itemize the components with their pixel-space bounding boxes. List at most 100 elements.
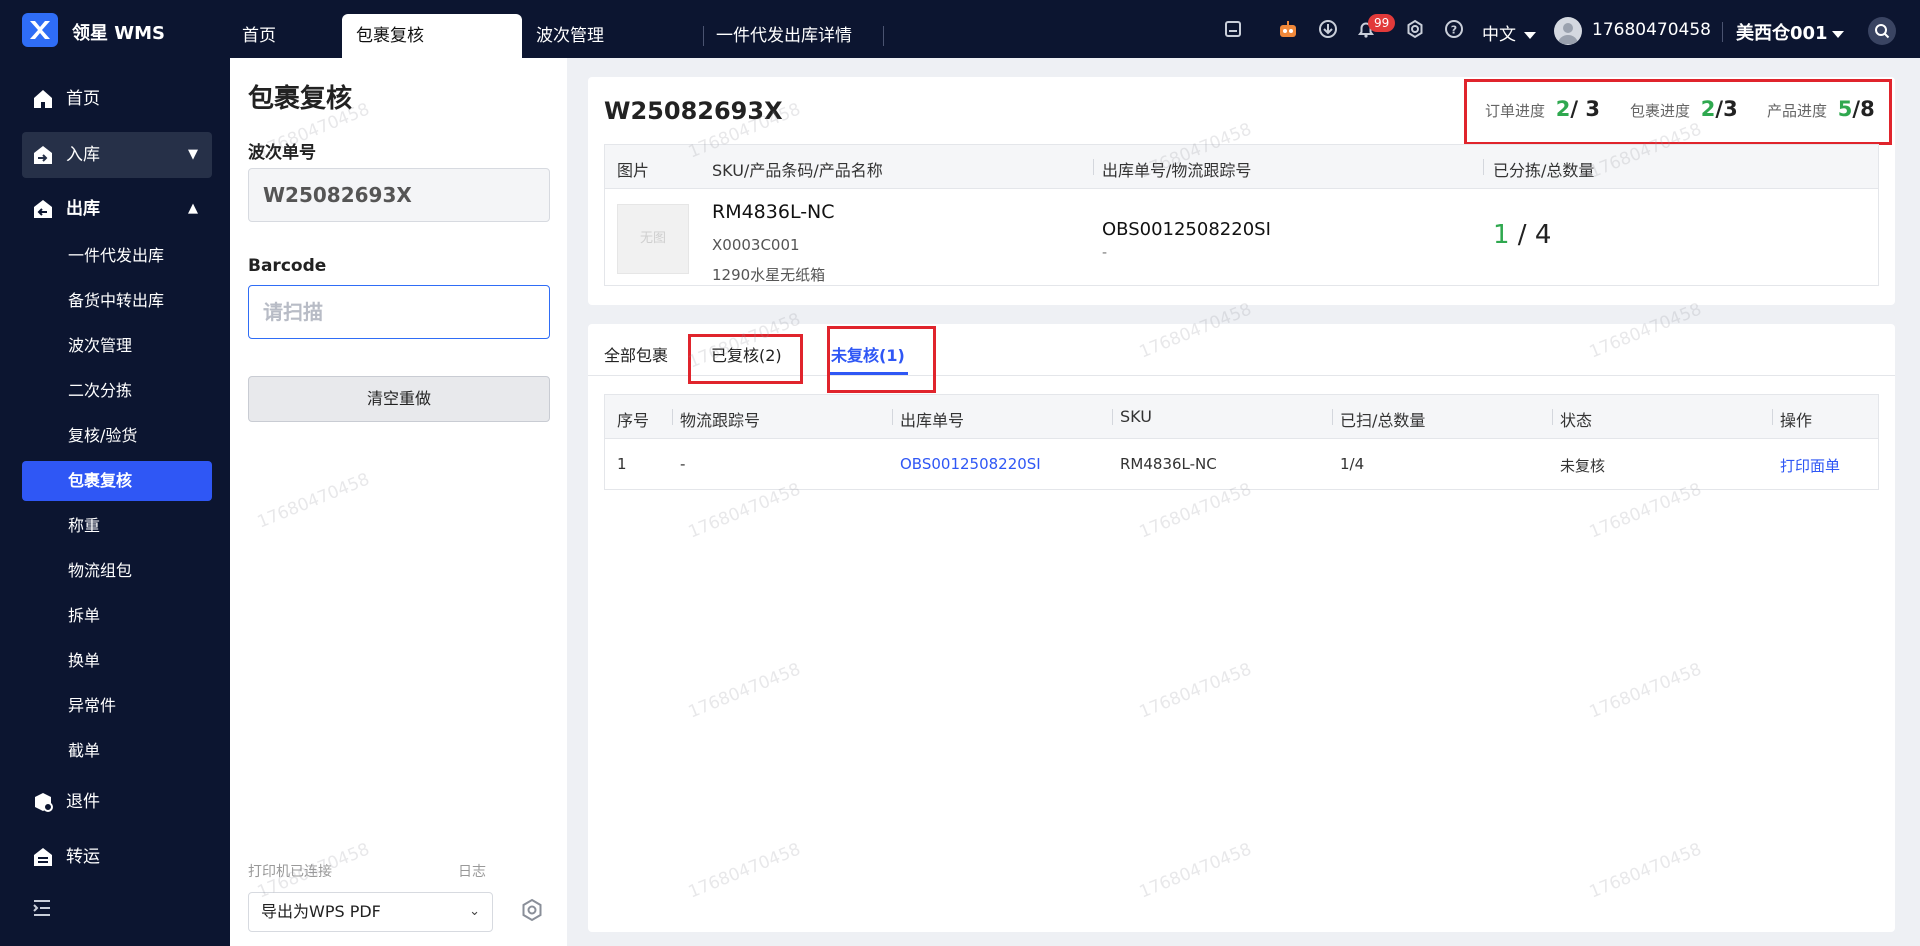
sorted-total: / 4 (1509, 220, 1552, 250)
package-progress-done: 2 (1700, 97, 1716, 121)
chevron-down-icon (1831, 30, 1844, 38)
barcode-label: Barcode (248, 256, 327, 276)
chevron-down-icon: ⌄ (469, 904, 480, 919)
cell-tracking: - (680, 455, 686, 473)
sidebar-item-home[interactable]: 首页 (22, 76, 212, 122)
logo-icon (22, 13, 58, 47)
cell-sku: RM4836L-NC (1120, 455, 1217, 473)
product-progress: 产品进度 5/8 (1767, 97, 1875, 121)
download-icon[interactable] (1316, 19, 1340, 43)
sidebar-item-transfer[interactable]: 转运 (22, 834, 212, 880)
outbound-order-number: OBS0012508220SI (1102, 219, 1271, 240)
table-header: 图片 SKU/产品条码/产品名称 出库单号/物流跟踪号 已分拣/总数量 (605, 145, 1878, 189)
column-header: SKU (1120, 407, 1152, 426)
order-progress-total: / 3 (1570, 97, 1601, 121)
column-divider (1552, 409, 1553, 425)
tab-wave-management[interactable]: 波次管理 (522, 14, 692, 58)
column-divider (1483, 159, 1484, 175)
sidebar-item-weighing[interactable]: 称重 (22, 506, 212, 546)
printer-status: 打印机已连接 (248, 864, 332, 880)
print-label-link[interactable]: 打印面单 (1780, 455, 1840, 476)
column-divider (1093, 159, 1094, 175)
barcode-input[interactable] (248, 285, 550, 339)
sidebar-item-dropship-outbound[interactable]: 一件代发出库 (22, 236, 212, 276)
sidebar: 首页 入库 ▼ 出库 ▲ 一件代发出库 备货中转出库 波次管理 二次分拣 复核/… (0, 58, 230, 946)
brand-name: 领星 WMS (72, 23, 165, 44)
chevron-down-icon (1524, 31, 1536, 39)
wave-number-label: 波次单号 (248, 143, 316, 163)
sidebar-item-returns[interactable]: 退件 (22, 779, 212, 825)
column-header: 序号 (617, 411, 650, 430)
warehouse-selector[interactable]: 美西仓001 (1736, 19, 1844, 45)
product-name: 1290水星无纸箱 (712, 266, 826, 284)
sidebar-item-label: 退件 (66, 792, 100, 812)
sidebar-item-change-order[interactable]: 换单 (22, 641, 212, 681)
sidebar-item-exceptions[interactable]: 异常件 (22, 686, 212, 726)
tab-all-packages[interactable]: 全部包裹 (604, 342, 668, 366)
sidebar-item-logistics-grouping[interactable]: 物流组包 (22, 551, 212, 591)
cell-status: 未复核 (1560, 457, 1606, 475)
tab-home[interactable]: 首页 (228, 14, 338, 58)
sorted-done: 1 (1493, 220, 1510, 250)
notification-badge: 99 (1368, 14, 1396, 32)
sidebar-item-label: 出库 (66, 199, 100, 219)
help-icon[interactable]: ? (1442, 19, 1466, 43)
column-divider (1332, 409, 1333, 425)
order-progress-label: 订单进度 (1485, 102, 1546, 120)
settings-icon[interactable] (1403, 19, 1427, 43)
wave-summary-card: W25082693X 订单进度 2/ 3 包裹进度 2/3 产品进度 5/8 图… (588, 77, 1895, 305)
outbound-icon (34, 200, 52, 218)
sidebar-item-outbound[interactable]: 出库 ▲ (22, 186, 212, 232)
unreviewed-tab-highlight (827, 326, 936, 393)
sidebar-item-package-review[interactable]: 包裹复核 (22, 461, 212, 501)
cell-outbound-link[interactable]: OBS0012508220SI (900, 455, 1041, 473)
sorted-quantity: 1 / 4 (1493, 220, 1551, 250)
topbar-divider (1722, 22, 1723, 42)
sidebar-item-review-inspection[interactable]: 复核/验货 (22, 416, 212, 456)
sidebar-item-split-order[interactable]: 拆单 (22, 596, 212, 636)
packages-table: 序号 物流跟踪号 出库单号 SKU 已扫/总数量 状态 操作 1 - OBS00… (604, 394, 1879, 490)
inbound-icon (34, 146, 52, 164)
order-progress-done: 2 (1555, 97, 1571, 121)
package-progress-label: 包裹进度 (1630, 102, 1691, 120)
avatar[interactable] (1554, 17, 1582, 45)
menu-collapse-icon[interactable] (32, 898, 52, 922)
column-divider (1772, 409, 1773, 425)
returns-icon (35, 793, 53, 812)
username[interactable]: 17680470458 (1592, 20, 1711, 40)
sidebar-item-secondary-sorting[interactable]: 二次分拣 (22, 371, 212, 411)
sidebar-item-intercept-order[interactable]: 截单 (22, 731, 212, 771)
tracking-number: - (1102, 245, 1108, 261)
product-image-placeholder: 无图 (617, 204, 689, 274)
search-icon[interactable] (1868, 17, 1896, 45)
column-header: 已扫/总数量 (1340, 411, 1426, 430)
sidebar-item-stock-transfer-outbound[interactable]: 备货中转出库 (22, 281, 212, 321)
wave-number-title: W25082693X (604, 97, 783, 125)
tab-package-review[interactable]: 包裹复核 (342, 14, 522, 58)
reviewed-tab-highlight (688, 334, 803, 384)
sidebar-item-inbound[interactable]: 入库 ▼ (22, 132, 212, 178)
language-selector[interactable]: 中文 (1482, 20, 1536, 45)
reset-button[interactable]: 清空重做 (248, 376, 550, 422)
printer-icon[interactable] (1221, 19, 1245, 43)
column-header: 操作 (1780, 411, 1813, 430)
page-title: 包裹复核 (248, 84, 353, 114)
column-header: 出库单号 (900, 411, 965, 430)
product-progress-label: 产品进度 (1767, 102, 1828, 120)
wave-number-field[interactable]: W25082693X (248, 168, 550, 222)
package-progress: 包裹进度 2/3 (1630, 97, 1738, 121)
settings-icon[interactable] (520, 898, 544, 922)
tab-dropship-outbound-detail[interactable]: 一件代发出库详情 (702, 14, 882, 58)
sidebar-item-label: 转运 (66, 847, 100, 867)
sidebar-item-wave-management[interactable]: 波次管理 (22, 326, 212, 366)
printer-select[interactable]: 导出为WPS PDF ⌄ (248, 892, 493, 932)
review-form-panel: 包裹复核 波次单号 W25082693X Barcode 清空重做 打印机已连接… (230, 58, 567, 946)
column-header: 图片 (617, 161, 650, 180)
log-link[interactable]: 日志 (458, 861, 486, 881)
robot-icon[interactable] (1276, 19, 1300, 43)
top-bar: 领星 WMS 首页 包裹复核 波次管理 一件代发出库详情 99 ? 中文 176… (0, 0, 1920, 58)
product-progress-total: /8 (1852, 97, 1875, 121)
packages-card: 全部包裹 已复核(2) 未复核(1) 序号 物流跟踪号 出库单号 SKU 已扫/… (588, 324, 1895, 932)
table-header: 序号 物流跟踪号 出库单号 SKU 已扫/总数量 状态 操作 (605, 395, 1878, 439)
printer-select-value: 导出为WPS PDF (261, 902, 381, 921)
